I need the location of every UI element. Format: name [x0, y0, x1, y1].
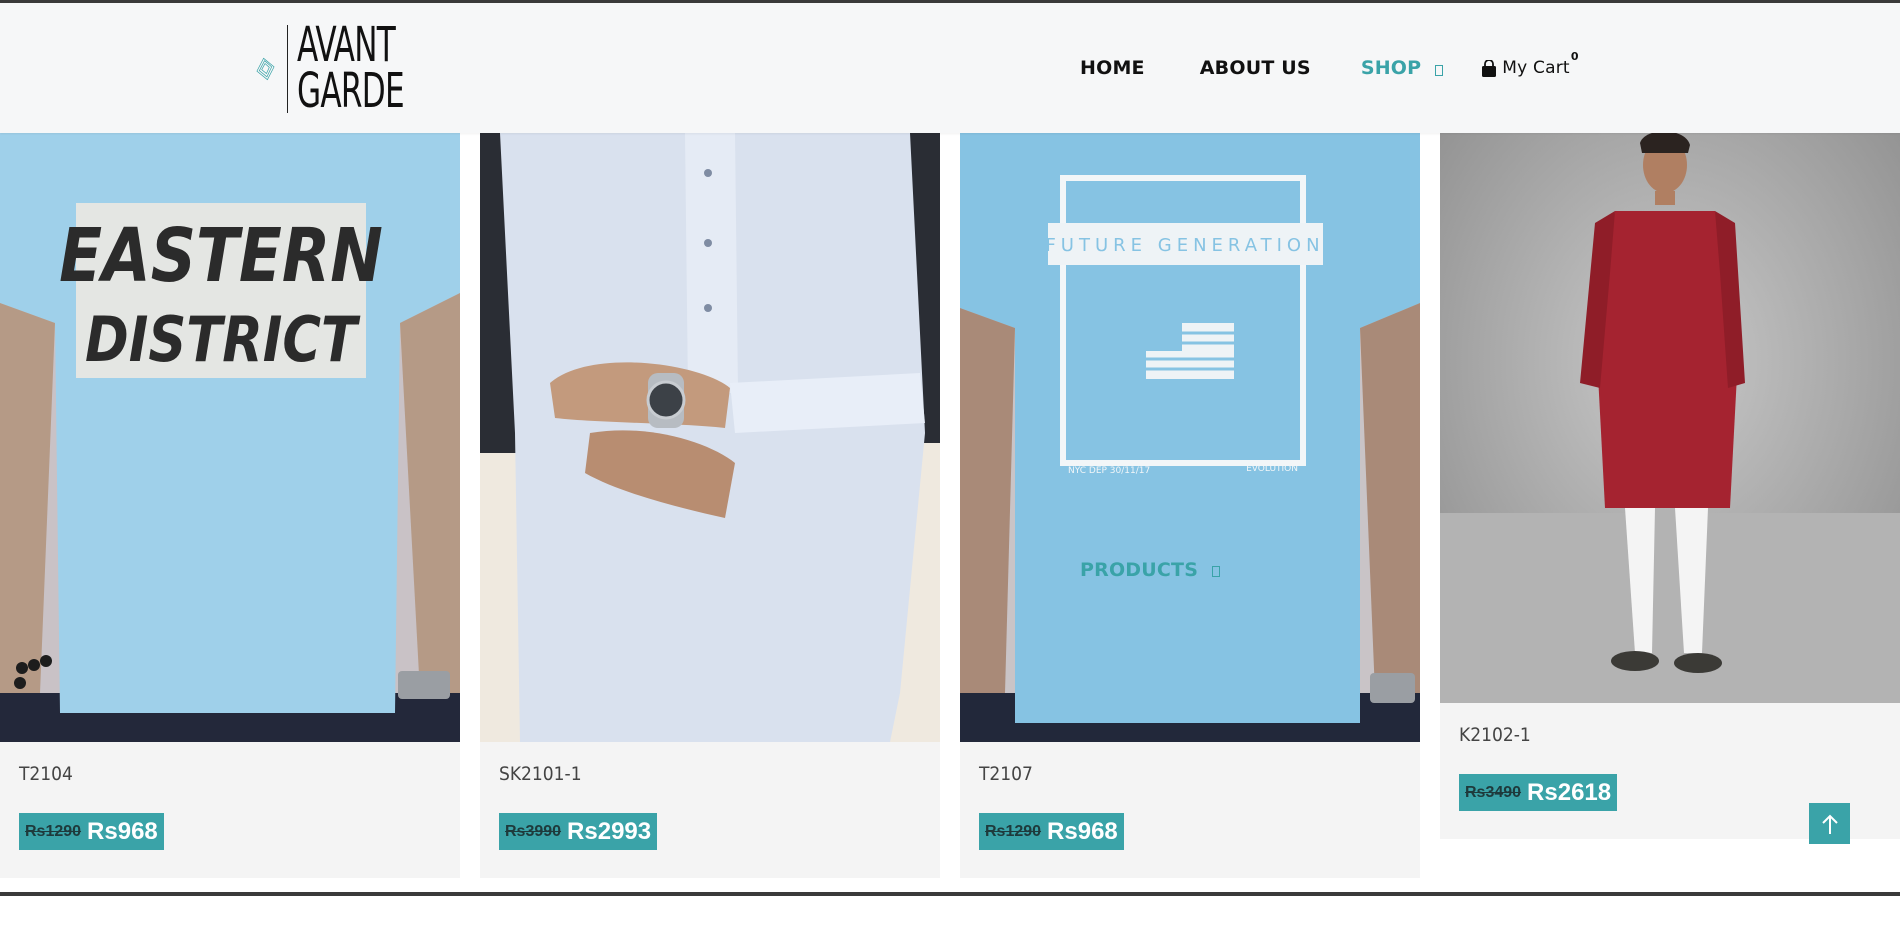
nav-about-us-label: ABOUT US	[1200, 57, 1311, 79]
nav-about-us[interactable]: ABOUT US	[1200, 57, 1311, 79]
old-price: Rs1290	[985, 823, 1041, 841]
old-price: Rs1290	[25, 823, 81, 841]
price-tag: Rs1290 Rs968	[19, 813, 164, 850]
caret-box-icon[interactable]	[1435, 65, 1443, 76]
product-card[interactable]: SK2101-1 Rs3990 Rs2993	[480, 133, 940, 878]
nav-products[interactable]: PRODUCTS	[1080, 190, 1900, 949]
brand-name: AVANT GARDE	[297, 23, 446, 114]
caret-box-icon[interactable]	[1212, 566, 1220, 577]
product-name[interactable]: T2104	[19, 763, 73, 785]
sale-price: Rs968	[87, 818, 158, 846]
site-header: AVANT GARDE HOME PRODUCTS ABOUT US SHOP …	[0, 3, 1900, 133]
product-name[interactable]: T2107	[979, 763, 1033, 785]
cart-label: My Cart	[1502, 58, 1569, 78]
brand-name-line2: GARDE	[297, 69, 404, 115]
shopping-bag-icon	[1481, 60, 1497, 77]
product-card[interactable]: EASTERN DISTRICT T2104 Rs1290 Rs968	[0, 133, 460, 878]
product-image[interactable]	[480, 133, 940, 742]
nav-home-label: HOME	[1080, 57, 1145, 79]
main-nav: HOME PRODUCTS ABOUT US SHOP My Cart 0	[1080, 57, 1570, 79]
product-name[interactable]: SK2101-1	[499, 763, 582, 785]
tshirt-print-line2: DISTRICT	[85, 304, 361, 376]
price-tag: Rs3990 Rs2993	[499, 813, 657, 850]
tshirt-print-line1: EASTERN	[59, 213, 383, 299]
old-price: Rs3990	[505, 823, 561, 841]
cart-link[interactable]: My Cart 0	[1481, 58, 1569, 78]
brand-logo[interactable]: AVANT GARDE	[256, 18, 446, 120]
nav-shop[interactable]: SHOP	[1361, 57, 1443, 79]
tshirt-image: EASTERN DISTRICT	[0, 133, 460, 742]
sale-price: Rs2993	[567, 818, 651, 846]
nav-products-label: PRODUCTS	[1080, 559, 1198, 581]
nav-home[interactable]: HOME	[1080, 57, 1145, 79]
product-image[interactable]: EASTERN DISTRICT	[0, 133, 460, 742]
cart-count-badge: 0	[1571, 50, 1579, 63]
nav-shop-label: SHOP	[1361, 57, 1421, 79]
diamond-logo-icon	[256, 20, 275, 118]
shalwar-kameez-image	[480, 133, 940, 742]
